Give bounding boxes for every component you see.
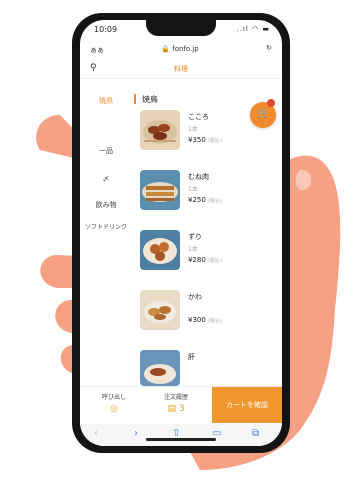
view-cart-button[interactable]: カートを確認 [212,387,282,423]
item-price: ¥350 (税込) [188,136,222,144]
reload-icon[interactable]: ↻ [266,44,272,52]
menu-item[interactable]: 肝 [140,350,280,386]
url-bar[interactable]: ぁぁ 🔒 fonfo.jp ↻ [80,42,282,58]
bottom-action-bar: 呼び出し ◎ 注文履歴 ▤ 3 カートを確認 [80,386,282,423]
page-header: ⚲ 料理 [80,60,282,79]
item-sub: 1本 [188,126,198,133]
item-sub: 1本 [188,186,198,193]
item-name: 肝 [188,353,195,361]
category-sidebar: 焼鳥 一品 〆 飲み物 ソフトドリンク [80,82,132,390]
food-photo[interactable] [140,350,180,386]
sidebar-item-drinks[interactable]: 飲み物 [80,200,132,210]
tabs-icon[interactable]: ⧉ [252,428,259,439]
price-value: ¥280 [188,256,206,264]
item-name: こころ [188,113,209,121]
browser-toolbar: ‹ › ⇧ ▭ ⧉ [80,424,282,446]
price-value: ¥250 [188,196,206,204]
bell-icon: ◎ [110,404,118,414]
history-count: 3 [178,404,185,414]
item-price: ¥280 (税込) [188,256,222,264]
category-title: 焼鳥 [142,95,158,104]
tax-note: (税込) [208,138,222,144]
category-marker [134,94,136,104]
phone-screen: 10:09 ..ıl ◠ ▬ ぁぁ 🔒 fonfo.jp ↻ ⚲ 料理 焼鳥 一… [80,20,282,446]
sidebar-item-yakitori[interactable]: 焼鳥 [80,93,132,107]
price-value: ¥300 [188,316,206,324]
food-photo[interactable] [140,290,180,330]
food-photo[interactable] [140,110,180,150]
cart-icon: 🛒 [257,108,270,119]
order-history-label: 注文履歴 [163,394,188,401]
call-staff-label: 呼び出し [101,394,126,401]
item-name: ずり [188,233,202,241]
cart-badge [267,99,275,107]
home-indicator [146,438,216,441]
status-time: 10:09 [94,25,118,34]
sidebar-item-soft-drinks[interactable]: ソフトドリンク [80,222,134,231]
tax-note: (税込) [208,198,222,204]
price-value: ¥350 [188,136,206,144]
sidebar-item-shime[interactable]: 〆 [80,174,132,184]
forward-icon[interactable]: › [134,428,138,439]
page-title: 料理 [174,65,188,73]
call-staff-button[interactable]: 呼び出し ◎ [94,392,134,414]
menu-item[interactable]: ずり 1本 ¥280 (税込) [140,230,280,286]
sidebar-item-ippin[interactable]: 一品 [80,146,132,156]
order-history-button[interactable]: 注文履歴 ▤ 3 [154,392,198,414]
back-icon[interactable]: ‹ [94,428,98,439]
text-size-button[interactable]: ぁぁ [90,45,104,55]
cart-floating-button[interactable]: 🛒 [250,99,276,128]
history-icon: ▤ 3 [167,404,185,414]
food-photo[interactable] [140,170,180,210]
menu-item[interactable]: むね肉 1本 ¥250 (税込) [140,170,280,226]
tax-note: (税込) [208,318,222,324]
search-icon[interactable]: ⚲ [90,63,97,73]
status-icons: ..ıl ◠ ▬ [236,25,270,33]
food-photo[interactable] [140,230,180,270]
url-text[interactable]: 🔒 fonfo.jp [140,45,220,53]
menu-item[interactable]: かわ ¥300 (税込) [140,290,280,346]
item-price: ¥300 (税込) [188,316,222,324]
item-price: ¥250 (税込) [188,196,222,204]
tax-note: (税込) [208,258,222,264]
status-bar: 10:09 ..ıl ◠ ▬ [80,20,282,40]
item-sub: 1本 [188,246,198,253]
item-name: かわ [188,293,202,301]
item-name: むね肉 [188,173,209,181]
